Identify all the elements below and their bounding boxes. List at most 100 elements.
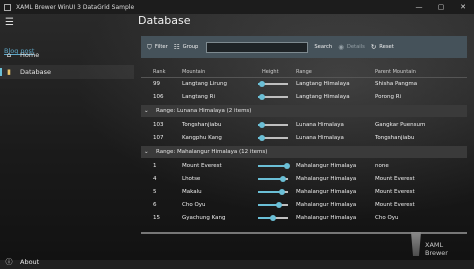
group-icon: ☷ [173, 43, 180, 51]
group-header[interactable]: ⌄ Range: Lunana Himalaya (2 items) [141, 105, 467, 117]
column-header-mountain[interactable]: Mountain [182, 69, 205, 75]
cell-range: Mahalangur Himalaya [296, 202, 357, 208]
close-button[interactable]: ✕ [452, 0, 474, 14]
filter-button[interactable]: ⛉ Filter [147, 43, 168, 52]
height-slider[interactable] [258, 81, 288, 87]
cell-rank: 6 [153, 202, 157, 208]
database-icon: ▮ [7, 68, 11, 76]
search-label: Search [314, 44, 333, 50]
height-slider[interactable] [258, 202, 288, 208]
cell-mountain: Gyachung Kang [182, 215, 226, 221]
search-input[interactable] [206, 41, 309, 53]
cell-rank: 107 [153, 135, 164, 141]
maximize-button[interactable]: ▢ [430, 0, 452, 14]
group-header-label: Range: Lunana Himalaya (2 items) [156, 108, 252, 114]
navigation-pane: ☰ Blog post ⌂ Home ▮ Database ⓘ About [0, 14, 134, 266]
column-header-rank[interactable]: Rank [153, 69, 166, 75]
height-slider[interactable] [258, 189, 288, 195]
cell-range: Langtang Himalaya [296, 81, 350, 87]
nav-item-home[interactable]: ⌂ Home [0, 48, 134, 62]
height-slider[interactable] [258, 135, 288, 141]
cell-mountain: Cho Oyu [182, 202, 206, 208]
details-button[interactable]: ◉ Details [338, 43, 365, 51]
group-header[interactable]: ⌄ Range: Mahalangur Himalaya (12 items) [141, 146, 467, 158]
height-slider-thumb[interactable] [279, 176, 286, 182]
height-slider[interactable] [258, 94, 288, 100]
nav-item-database[interactable]: ▮ Database [0, 65, 134, 79]
chevron-down-icon[interactable]: ⌄ [144, 149, 149, 155]
cell-rank: 4 [153, 176, 157, 182]
height-slider-fill [258, 178, 283, 180]
nav-item-label: About [20, 258, 40, 266]
height-slider[interactable] [258, 176, 288, 182]
group-button[interactable]: ☷ Group [174, 43, 199, 51]
cell-mountain: Tongshanjiabu [182, 122, 222, 128]
table-row[interactable]: 106 Langtang Ri Langtang Himalaya Porong Ri [141, 91, 467, 104]
height-slider-thumb[interactable] [258, 122, 265, 128]
cell-rank: 5 [153, 189, 157, 195]
table-row[interactable]: 15 Gyachung Kang Mahalangur Himalaya Cho Oy… [141, 212, 467, 225]
cell-parent-mountain: none [375, 163, 389, 169]
height-slider-thumb[interactable] [279, 189, 285, 195]
details-label: Details [346, 44, 365, 50]
logo-text: XAML Brewer [425, 241, 448, 257]
cell-range: Mahalangur Himalaya [296, 189, 357, 195]
reset-icon: ↻ [370, 43, 377, 51]
cell-parent-mountain: Mount Everest [375, 189, 415, 195]
xaml-brewer-logo: XAML Brewer [405, 232, 465, 258]
home-icon: ⌂ [6, 51, 12, 59]
filter-icon: ⛉ [147, 42, 152, 51]
height-slider-thumb[interactable] [276, 202, 282, 208]
cell-parent-mountain: Mount Everest [375, 176, 415, 182]
cell-mountain: Kangphu Kang [182, 135, 222, 141]
window-controls: — ▢ ✕ [408, 0, 474, 14]
cell-rank: 99 [153, 81, 160, 87]
mountains-datagrid: Rank Mountain Height Range Parent Mounta… [141, 66, 467, 226]
page-title: Database [138, 14, 191, 27]
height-slider-thumb[interactable] [270, 215, 276, 221]
column-header-parent[interactable]: Parent Mountain [375, 69, 416, 75]
search-button[interactable]: Search [314, 44, 332, 50]
cell-parent-mountain: Gangkar Puensum [375, 122, 426, 128]
height-slider-thumb[interactable] [258, 94, 265, 100]
nav-item-about[interactable]: ⓘ About [0, 255, 134, 269]
column-header-height[interactable]: Height [262, 69, 279, 75]
info-icon: ⓘ [5, 258, 13, 266]
table-row[interactable]: 1 Mount Everest Mahalangur Himalaya none [141, 160, 467, 173]
column-header-range[interactable]: Range [296, 69, 312, 75]
cell-rank: 103 [153, 122, 164, 128]
cell-rank: 1 [153, 163, 157, 169]
cell-range: Mahalangur Himalaya [296, 163, 357, 169]
table-row[interactable]: 6 Cho Oyu Mahalangur Himalaya Mount Everest [141, 199, 467, 212]
cell-rank: 15 [153, 215, 160, 221]
table-row[interactable]: 99 Langtang Lirung Langtang Himalaya Shisha… [141, 78, 467, 91]
cell-mountain: Makalu [182, 189, 202, 195]
height-slider-thumb[interactable] [258, 135, 265, 141]
cell-mountain: Lhotse [182, 176, 201, 182]
reset-button[interactable]: ↻ Reset [371, 43, 394, 51]
title-bar: XAML Brewer WinUI 3 DataGrid Sample — ▢ … [0, 0, 474, 14]
cell-range: Langtang Himalaya [296, 94, 350, 100]
cell-mountain: Mount Everest [182, 163, 222, 169]
height-slider-thumb[interactable] [258, 81, 265, 87]
table-row[interactable]: 4 Lhotse Mahalangur Himalaya Mount Everest [141, 173, 467, 186]
table-row[interactable]: 107 Kangphu Kang Lunana Himalaya Tongshanji… [141, 132, 467, 145]
cell-parent-mountain: Cho Oyu [375, 215, 399, 221]
reset-label: Reset [379, 44, 394, 50]
table-row[interactable]: 5 Makalu Mahalangur Himalaya Mount Everest [141, 186, 467, 199]
nav-item-label: Home [20, 51, 40, 59]
height-slider[interactable] [258, 163, 290, 169]
height-slider[interactable] [258, 215, 288, 221]
hamburger-icon[interactable]: ☰ [5, 17, 14, 28]
cell-parent-mountain: Mount Everest [375, 202, 415, 208]
chevron-down-icon[interactable]: ⌄ [144, 108, 149, 114]
height-slider-thumb[interactable] [283, 163, 290, 169]
nav-item-label: Database [20, 68, 52, 76]
grid-header: Rank Mountain Height Range Parent Mounta… [141, 66, 467, 78]
table-row[interactable]: 103 Tongshanjiabu Lunana Himalaya Gangkar P… [141, 119, 467, 132]
minimize-button[interactable]: — [408, 0, 430, 14]
glass-icon [411, 232, 421, 256]
height-slider-fill [258, 165, 287, 167]
app-icon [4, 3, 11, 11]
height-slider[interactable] [258, 122, 288, 128]
